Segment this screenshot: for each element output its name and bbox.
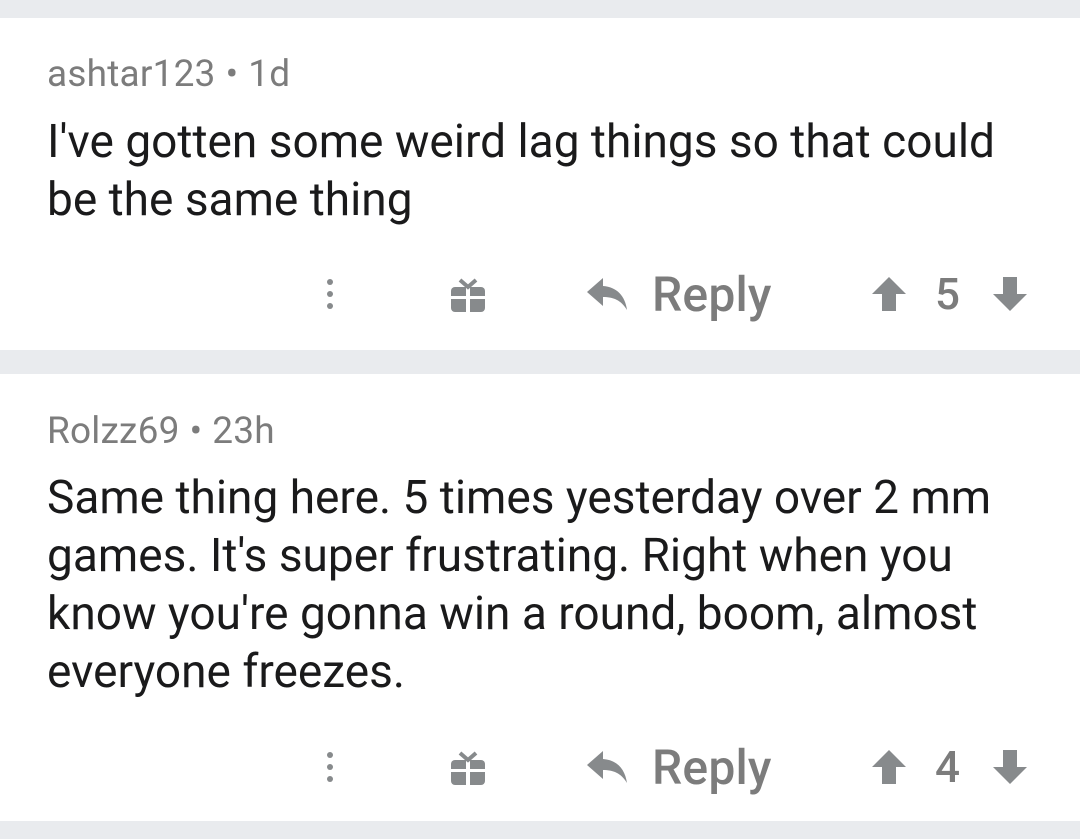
more-vertical-icon — [327, 764, 333, 770]
vote-score: 4 — [935, 741, 961, 793]
comment-meta: Rolzz69 • 23h — [47, 410, 275, 453]
more-options-button[interactable] — [312, 747, 348, 787]
more-vertical-icon — [327, 776, 333, 782]
vote-score: 5 — [935, 268, 961, 320]
comment-author[interactable]: Rolzz69 — [47, 410, 180, 453]
reply-label: Reply — [652, 738, 772, 796]
upvote-arrow-icon[interactable] — [869, 274, 909, 314]
downvote-arrow-icon[interactable] — [990, 274, 1030, 314]
meta-separator: • — [189, 410, 203, 453]
reply-button[interactable]: Reply — [585, 737, 772, 797]
upvote-arrow-icon[interactable] — [869, 747, 909, 787]
comment-age: 23h — [212, 410, 275, 453]
comment-thread: ashtar123 • 1d I've gotten some weird lag … — [0, 0, 1080, 839]
reply-label: Reply — [652, 265, 772, 323]
downvote-arrow-icon[interactable] — [990, 747, 1030, 787]
comment-actions: Reply 4 — [0, 737, 1080, 797]
reply-button[interactable]: Reply — [585, 264, 772, 324]
more-options-button[interactable] — [312, 274, 348, 314]
more-vertical-icon — [327, 279, 333, 285]
comment-body: I've gotten some weird lag things so tha… — [47, 115, 995, 227]
comment-card: Rolzz69 • 23h Same thing here. 5 times yes… — [0, 374, 1080, 821]
reply-arrow-icon — [587, 751, 627, 783]
comment-card: ashtar123 • 1d I've gotten some weird lag … — [0, 18, 1080, 350]
comment-meta: ashtar123 • 1d — [47, 53, 290, 96]
more-vertical-icon — [327, 303, 333, 309]
more-vertical-icon — [327, 752, 333, 758]
gift-icon[interactable] — [448, 749, 488, 789]
meta-separator: • — [225, 53, 239, 96]
comment-age: 1d — [248, 53, 291, 96]
gift-icon[interactable] — [448, 276, 488, 316]
comment-body: Same thing here. 5 times yesterday over … — [47, 471, 992, 699]
more-vertical-icon — [327, 291, 333, 297]
comment-actions: Reply 5 — [0, 264, 1080, 324]
reply-arrow-icon — [587, 278, 627, 310]
comment-author[interactable]: ashtar123 — [47, 53, 216, 96]
